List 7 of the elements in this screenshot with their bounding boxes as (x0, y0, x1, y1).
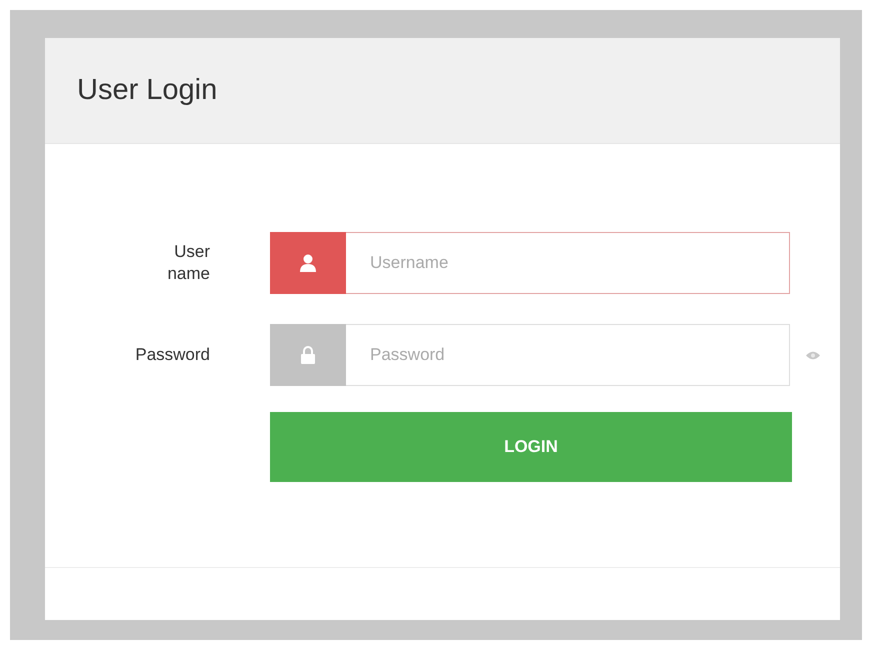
eye-icon[interactable] (806, 350, 820, 360)
login-button[interactable]: LOGIN (270, 412, 792, 482)
field-label: Password (134, 344, 210, 366)
username-field[interactable]: Username (346, 232, 790, 294)
password-field[interactable]: Password (346, 324, 790, 386)
panel-title: User Login (77, 74, 218, 107)
field-label: User name (166, 241, 210, 285)
